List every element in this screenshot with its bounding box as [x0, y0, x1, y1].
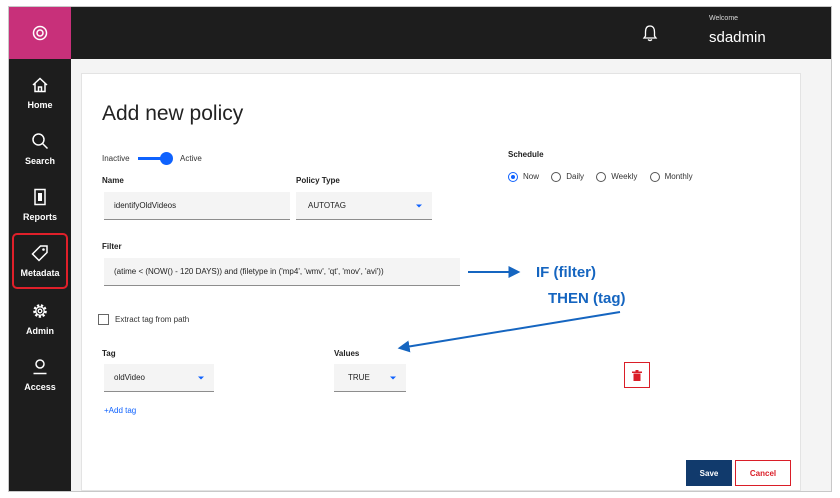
trash-icon: [632, 369, 642, 381]
tag-value: oldVideo: [114, 373, 145, 382]
home-icon: [32, 77, 48, 93]
schedule-option-weekly[interactable]: Weekly: [596, 172, 638, 182]
reports-icon: [34, 188, 46, 206]
schedule-option-label: Weekly: [611, 172, 638, 182]
radio-icon: [551, 172, 562, 182]
schedule-radio-group: Now Daily Weekly Monthly: [508, 172, 693, 182]
sidebar-item-label: Reports: [22, 212, 57, 222]
cancel-button[interactable]: Cancel: [735, 460, 791, 486]
top-bar: Welcome sdadmin: [9, 7, 831, 59]
values-label: Values: [334, 349, 360, 358]
policy-type-label: Policy Type: [296, 176, 340, 185]
page-title: Add new policy: [102, 102, 244, 125]
radio-icon: [596, 172, 607, 182]
sidebar-item-label: Search: [24, 156, 56, 166]
name-field[interactable]: identifyOldVideos: [104, 192, 290, 220]
filter-input[interactable]: (atime < (NOW() - 120 DAYS)) and (filety…: [104, 258, 460, 286]
welcome-text: Welcome: [709, 15, 739, 22]
tag-select[interactable]: oldVideo: [104, 364, 214, 392]
add-tag-link[interactable]: +Add tag: [104, 406, 136, 415]
active-toggle[interactable]: [138, 152, 174, 165]
policy-type-value: AUTOTAG: [308, 201, 346, 210]
name-value: identifyOldVideos: [114, 201, 177, 210]
schedule-option-now[interactable]: Now: [508, 172, 540, 182]
filter-value: (atime < (NOW() - 120 DAYS)) and (filety…: [114, 267, 384, 276]
toggle-inactive-label: Inactive: [102, 154, 130, 163]
policy-type-select[interactable]: AUTOTAG: [296, 192, 432, 220]
sidebar-item-home[interactable]: Home: [12, 65, 68, 121]
search-icon: [32, 133, 49, 150]
values-value: TRUE: [348, 373, 370, 382]
extract-tag-checkbox[interactable]: [98, 314, 109, 325]
sidebar-item-access[interactable]: Access: [12, 347, 68, 403]
values-select[interactable]: TRUE: [334, 364, 406, 392]
logo-icon: [32, 25, 48, 41]
username[interactable]: sdadmin: [709, 29, 766, 46]
bell-icon[interactable]: [641, 24, 659, 42]
sidebar-item-admin[interactable]: Admin: [12, 291, 68, 347]
toggle-knob: [160, 152, 173, 165]
chevron-down-icon: [390, 376, 396, 379]
delete-tag-button[interactable]: [624, 362, 650, 388]
toggle-active-label: Active: [180, 154, 202, 163]
annotation-if-filter: IF (filter): [536, 264, 596, 281]
schedule-option-label: Now: [523, 172, 540, 182]
sidebar-item-reports[interactable]: Reports: [12, 177, 68, 233]
gear-icon: [33, 304, 47, 318]
sidebar: Home Search Reports Metadata Admin Acces…: [9, 59, 71, 491]
user-icon: [33, 359, 47, 375]
app-window: Welcome sdadmin Home Search Reports Meta…: [8, 6, 832, 492]
extract-tag-label: Extract tag from path: [115, 315, 190, 324]
name-label: Name: [102, 176, 124, 185]
schedule-label: Schedule: [508, 150, 544, 159]
schedule-option-daily[interactable]: Daily: [551, 172, 585, 182]
policy-form-card: Add new policy Inactive Active Name Poli…: [81, 73, 801, 491]
radio-icon: [508, 172, 518, 182]
sidebar-item-label: Home: [27, 100, 53, 110]
chevron-down-icon: [198, 376, 204, 379]
chevron-down-icon: [416, 204, 422, 207]
radio-icon: [649, 172, 660, 182]
tag-label: Tag: [102, 349, 116, 358]
schedule-option-monthly[interactable]: Monthly: [649, 172, 693, 182]
schedule-option-label: Daily: [566, 172, 585, 182]
annotation-then-tag: THEN (tag): [548, 290, 626, 307]
save-button[interactable]: Save: [686, 460, 732, 486]
sidebar-item-metadata[interactable]: Metadata: [12, 233, 68, 289]
sidebar-item-label: Access: [24, 382, 56, 392]
app-logo[interactable]: [9, 7, 71, 59]
filter-label: Filter: [102, 242, 122, 251]
tag-icon: [31, 245, 48, 262]
schedule-option-label: Monthly: [664, 172, 693, 182]
sidebar-item-search[interactable]: Search: [12, 121, 68, 177]
sidebar-item-label: Admin: [26, 326, 54, 336]
sidebar-item-label: Metadata: [20, 268, 60, 278]
